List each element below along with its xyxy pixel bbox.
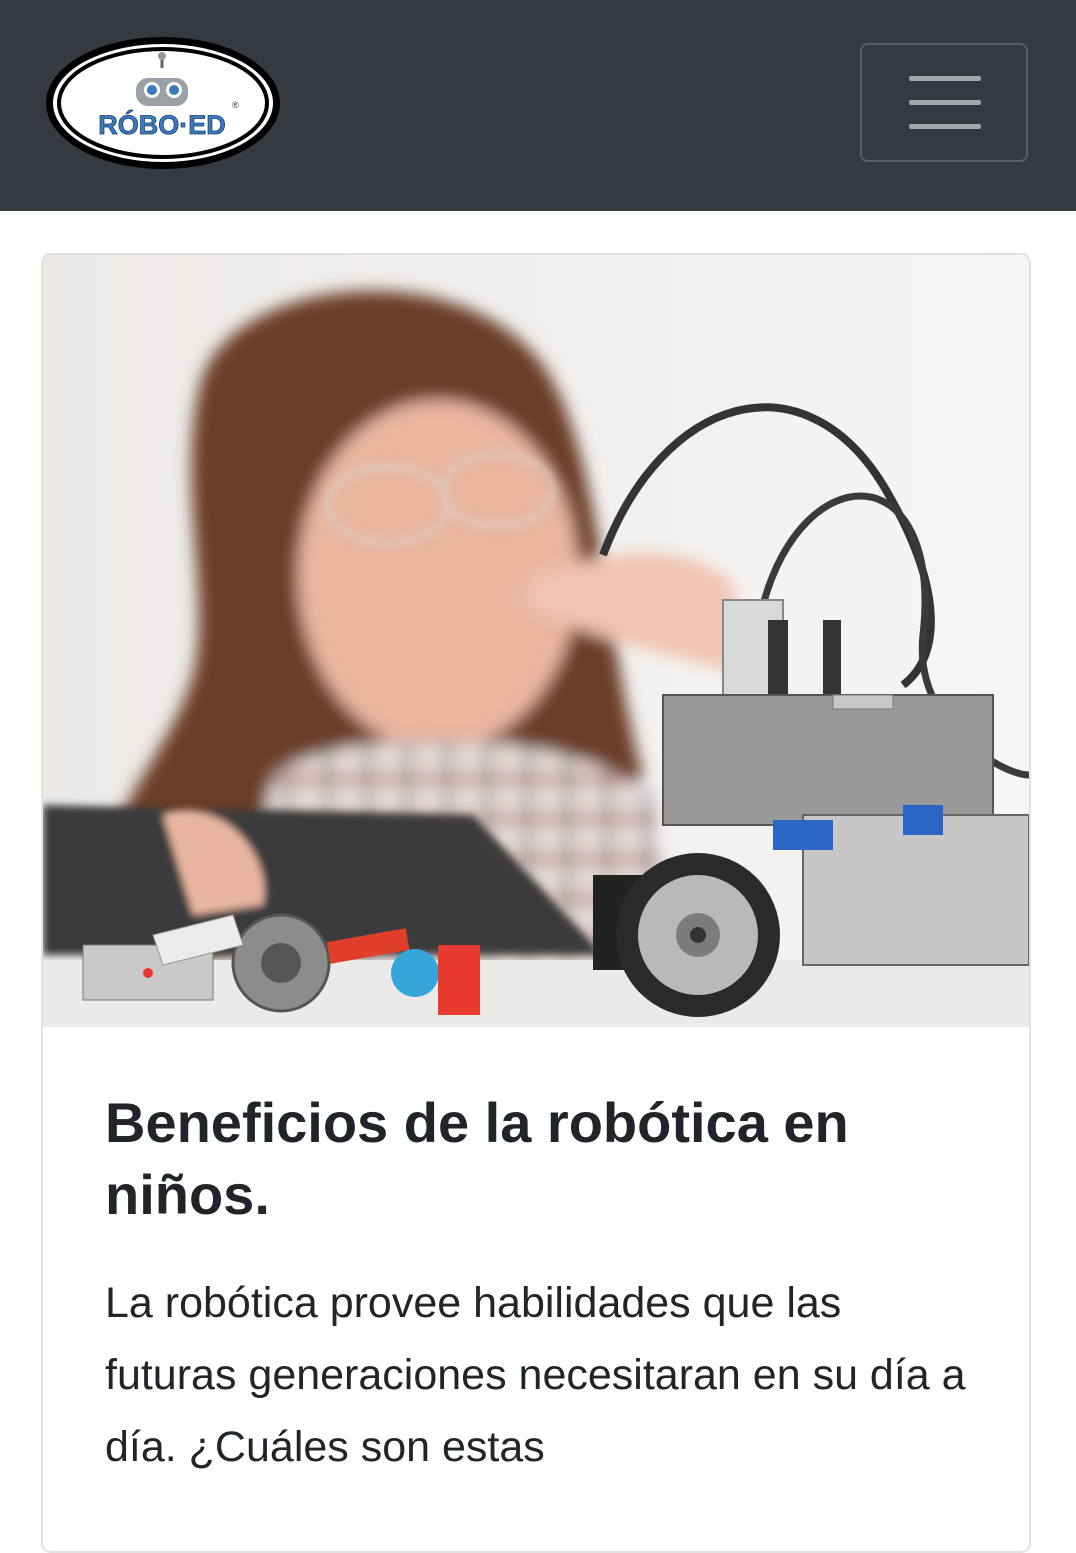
logo-text: RÓBO·ED xyxy=(98,109,226,140)
article-card[interactable]: Beneficios de la robótica en niños. La r… xyxy=(41,253,1031,1553)
logo-registered-mark: ® xyxy=(232,100,239,110)
brand-logo-link[interactable]: RÓBO·ED ® xyxy=(44,34,284,172)
navbar: RÓBO·ED ® xyxy=(0,0,1076,211)
article-summary: La robótica provee habilidades que las f… xyxy=(105,1279,966,1471)
girl-robotics-photo[interactable] xyxy=(43,255,1029,1027)
article-title[interactable]: Beneficios de la robótica en niños. xyxy=(105,1087,965,1231)
menu-toggle-button[interactable] xyxy=(860,43,1028,162)
robo-ed-logo: RÓBO·ED ® xyxy=(46,37,280,169)
